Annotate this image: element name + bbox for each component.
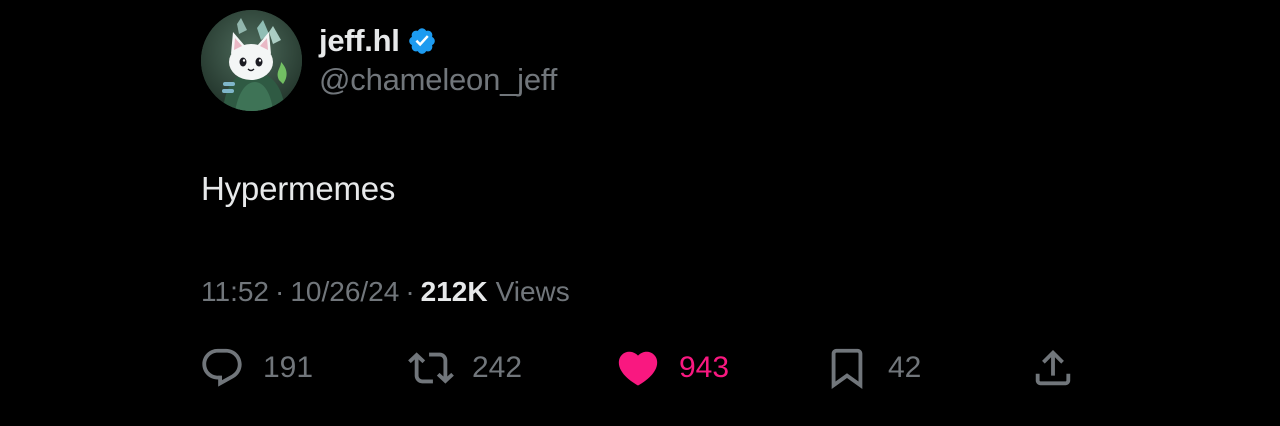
retweet-count: 242 xyxy=(472,351,523,384)
like-count: 943 xyxy=(679,351,730,384)
tweet-date[interactable]: 10/26/24 xyxy=(290,276,399,308)
author-handle[interactable]: @chameleon_jeff xyxy=(319,62,557,98)
meta-separator: · xyxy=(275,276,285,307)
reply-button[interactable]: 191 xyxy=(199,340,313,396)
tweet-actions-bar: 191 242 943 42 xyxy=(0,340,1280,396)
reply-icon[interactable] xyxy=(199,345,245,391)
views-count[interactable]: 212K xyxy=(421,276,488,308)
reply-count: 191 xyxy=(263,351,314,384)
retweet-button[interactable]: 242 xyxy=(408,340,522,396)
verified-badge-icon[interactable] xyxy=(407,26,437,56)
retweet-icon[interactable] xyxy=(408,345,454,391)
author-name-row[interactable]: jeff.hl xyxy=(319,21,437,61)
bookmark-count: 42 xyxy=(888,351,922,384)
cat-avatar-image xyxy=(201,10,302,111)
views-label[interactable]: Views xyxy=(496,276,570,308)
share-button[interactable] xyxy=(1030,340,1076,396)
tweet-meta: 11:52 · 10/26/24 · 212K Views xyxy=(201,276,570,308)
tweet-text: Hypermemes xyxy=(201,170,396,207)
heart-icon[interactable] xyxy=(615,345,661,391)
bookmark-icon[interactable] xyxy=(824,345,870,391)
avatar[interactable] xyxy=(201,10,302,111)
share-icon[interactable] xyxy=(1030,345,1076,391)
tweet-detail: jeff.hl @chameleon_jeff Hypermemes 11:52… xyxy=(0,0,1280,426)
display-name[interactable]: jeff.hl xyxy=(319,23,400,59)
meta-separator: · xyxy=(405,276,415,307)
tweet-time[interactable]: 11:52 xyxy=(201,276,269,308)
bookmark-button[interactable]: 42 xyxy=(824,340,921,396)
like-button[interactable]: 943 xyxy=(615,340,729,396)
